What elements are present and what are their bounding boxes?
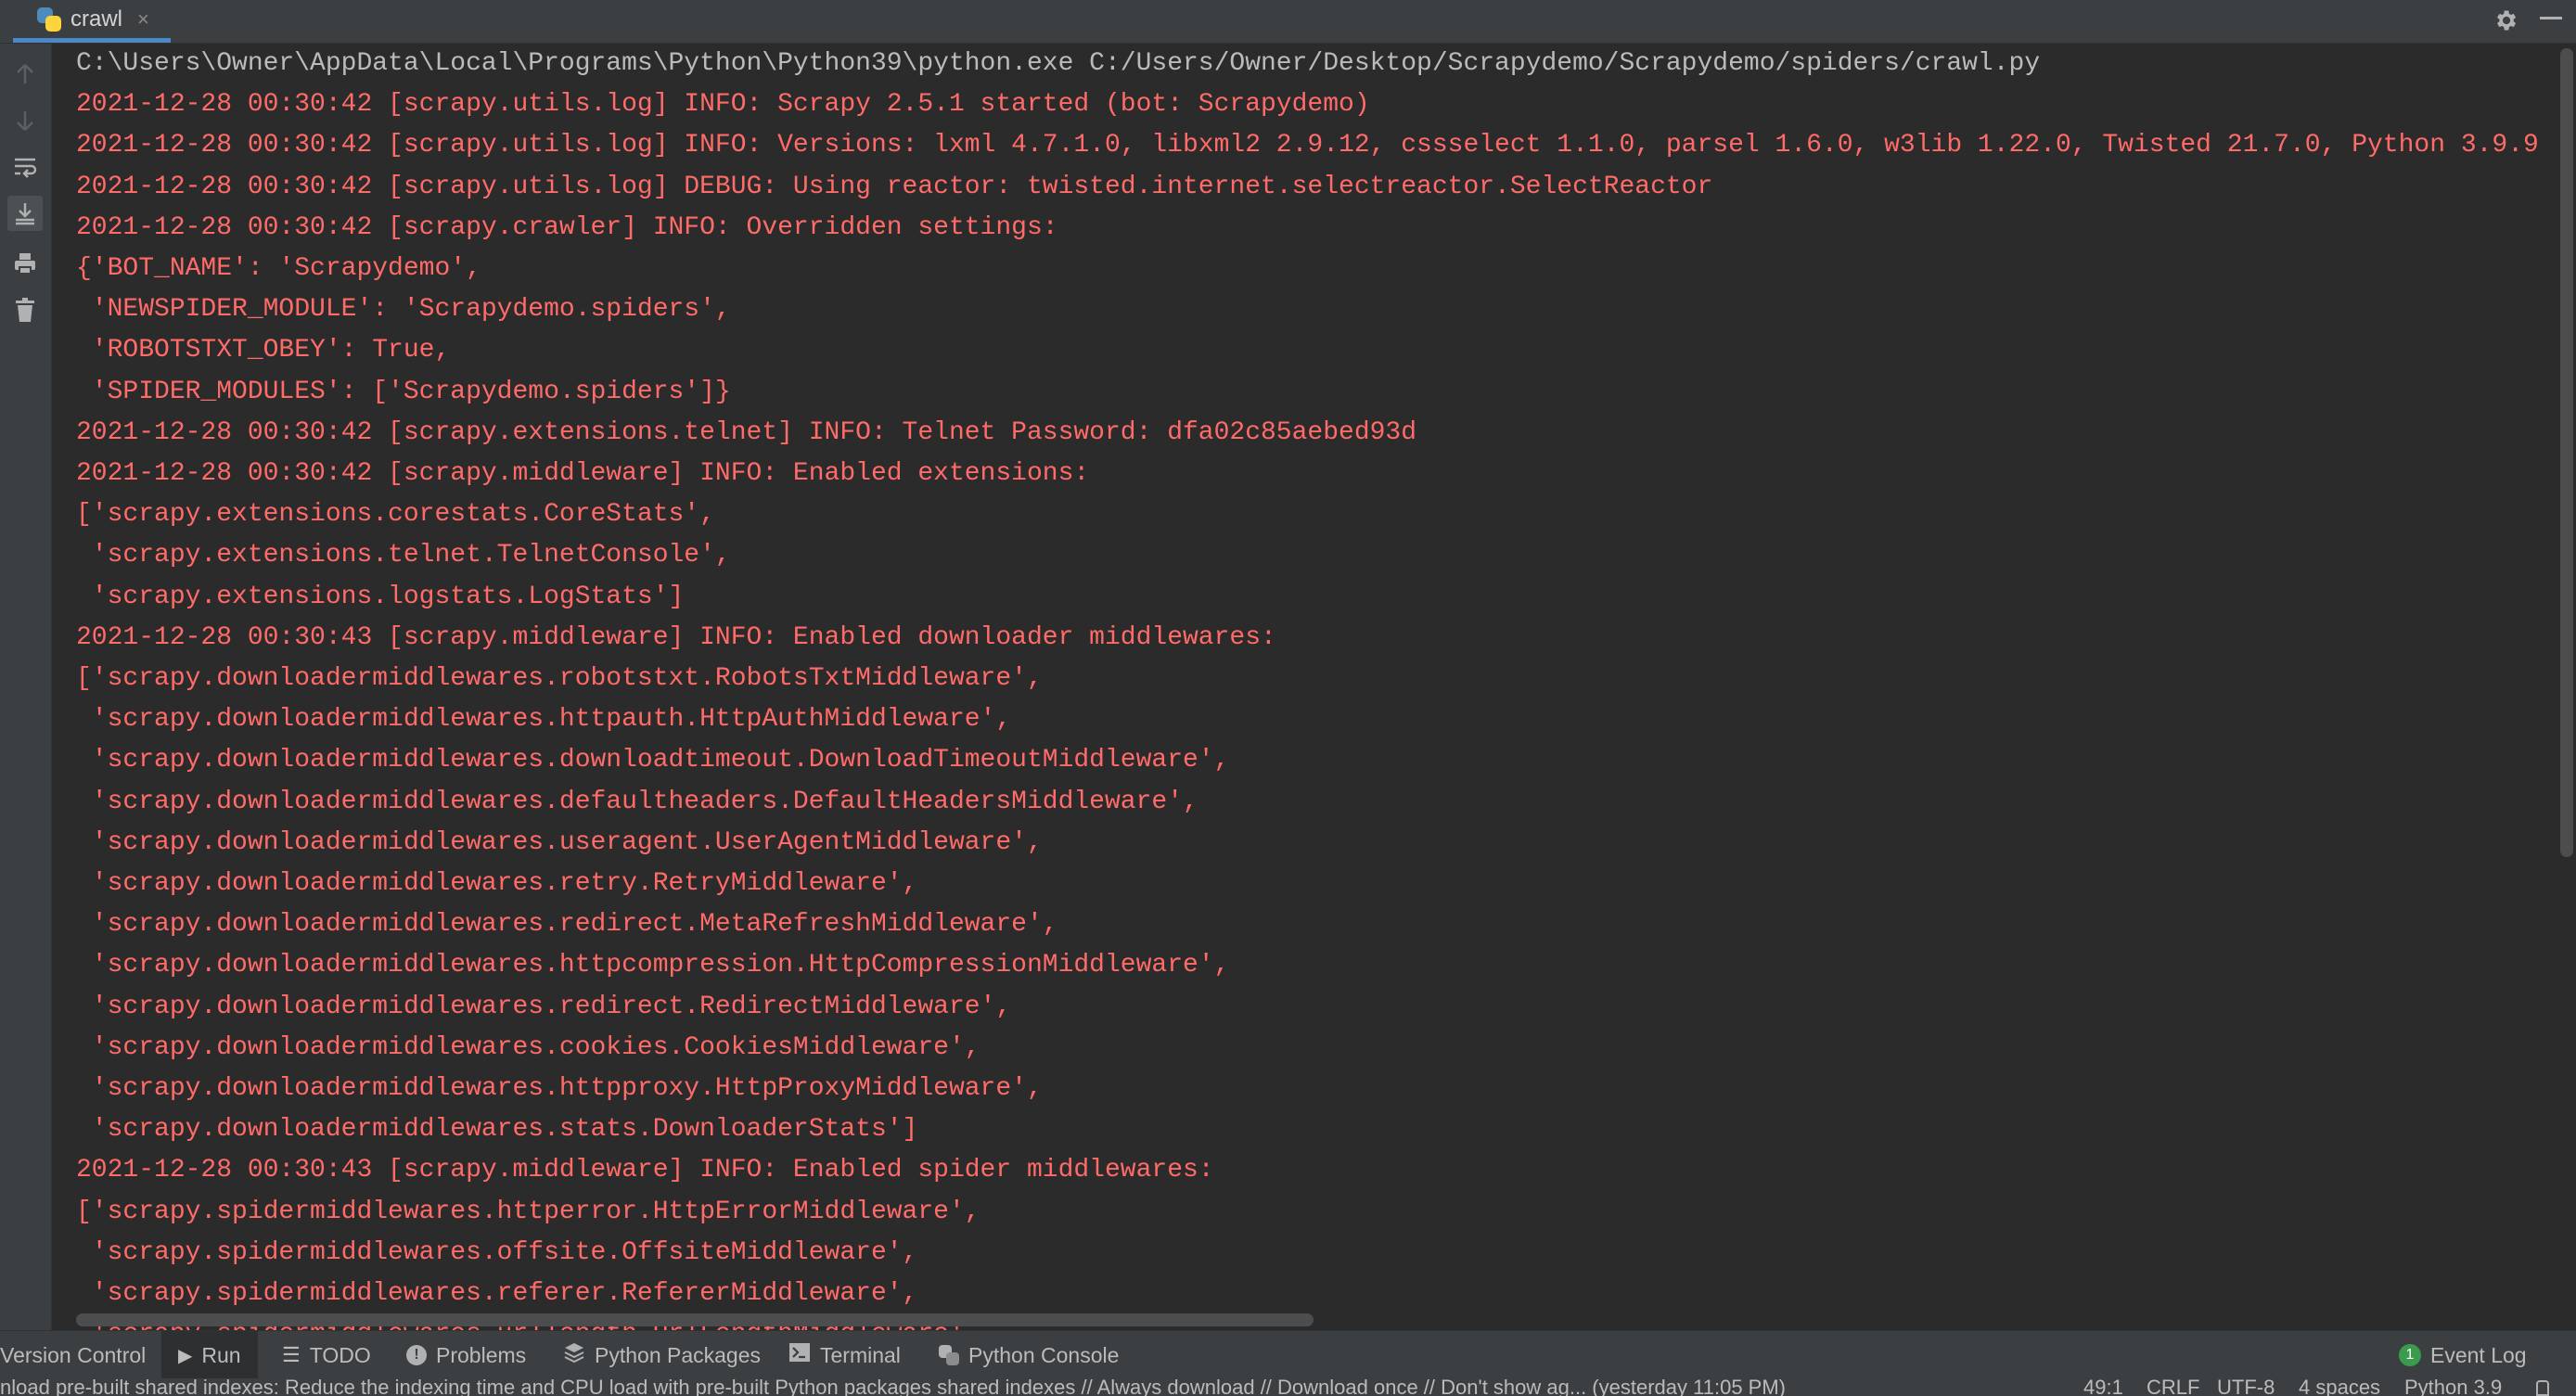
python-interpreter[interactable]: Python 3.9 — [2404, 1378, 2502, 1396]
terminal-label: Terminal — [820, 1342, 901, 1367]
console-line: 2021-12-28 00:30:42 [scrapy.extensions.t… — [76, 417, 1417, 447]
console-line: 2021-12-28 00:30:42 [scrapy.middleware] … — [76, 459, 1090, 488]
caret-position[interactable]: 49:1 — [2083, 1378, 2123, 1396]
event-log-tab[interactable]: 1 Event Log — [2399, 1331, 2527, 1379]
event-log-label: Event Log — [2430, 1342, 2527, 1367]
console-line: 'scrapy.downloadermiddlewares.retry.Retr… — [76, 869, 918, 898]
python-console-icon — [939, 1345, 959, 1365]
list-icon: ☰ — [282, 1343, 301, 1366]
console-line: 2021-12-28 00:30:42 [scrapy.utils.log] D… — [76, 172, 1713, 201]
line-separator[interactable]: CRLF — [2147, 1378, 2199, 1396]
minimize-icon[interactable] — [2540, 17, 2562, 19]
arrow-down-icon[interactable] — [7, 103, 43, 138]
version-control-label: Version Control — [0, 1342, 147, 1367]
console-line: 'scrapy.downloadermiddlewares.useragent.… — [76, 827, 1043, 857]
console-line: 'SPIDER_MODULES': ['Scrapydemo.spiders']… — [76, 377, 731, 406]
console-line: 'scrapy.downloadermiddlewares.httpauth.H… — [76, 705, 1012, 735]
console-line: 2021-12-28 00:30:42 [scrapy.utils.log] I… — [76, 90, 1370, 120]
console-line: ['scrapy.extensions.corestats.CoreStats'… — [76, 500, 715, 530]
console-line: 2021-12-28 00:30:43 [scrapy.middleware] … — [76, 1156, 1214, 1185]
arrow-up-icon[interactable] — [7, 57, 43, 92]
console-line: 'scrapy.spidermiddlewares.referer.Refere… — [76, 1279, 918, 1308]
console-line: {'BOT_NAME': 'Scrapydemo', — [76, 254, 481, 283]
trash-icon[interactable] — [7, 292, 43, 327]
status-bar: nload pre-built shared indexes: Reduce t… — [0, 1378, 2576, 1396]
python-packages-label: Python Packages — [595, 1342, 762, 1367]
console-line: 'scrapy.downloadermiddlewares.stats.Down… — [76, 1115, 918, 1145]
terminal-tab[interactable]: Terminal — [788, 1331, 901, 1379]
run-label: Run — [201, 1342, 241, 1367]
vertical-scrollbar[interactable] — [2560, 48, 2573, 857]
event-log-badge: 1 — [2399, 1344, 2421, 1366]
print-icon[interactable] — [7, 246, 43, 281]
horizontal-scrollbar[interactable] — [76, 1313, 1314, 1326]
python-console-label: Python Console — [968, 1342, 1120, 1367]
problems-label: Problems — [436, 1342, 527, 1367]
status-message[interactable]: nload pre-built shared indexes: Reduce t… — [0, 1378, 1786, 1396]
todo-label: TODO — [309, 1342, 371, 1367]
console-line: 'NEWSPIDER_MODULE': 'Scrapydemo.spiders'… — [76, 295, 731, 325]
console-line: 'scrapy.downloadermiddlewares.defaulthea… — [76, 787, 1198, 816]
console-line: 'scrapy.extensions.telnet.TelnetConsole'… — [76, 541, 731, 570]
console-line: 2021-12-28 00:30:42 [scrapy.utils.log] I… — [76, 131, 2557, 160]
python-packages-tab[interactable]: Python Packages — [563, 1331, 761, 1379]
file-encoding[interactable]: UTF-8 — [2217, 1378, 2275, 1396]
terminal-icon — [788, 1342, 811, 1368]
console-line: C:\Users\Owner\AppData\Local\Programs\Py… — [76, 49, 2041, 78]
python-console-tab[interactable]: Python Console — [939, 1331, 1119, 1379]
console-line: 'scrapy.extensions.logstats.LogStats'] — [76, 582, 685, 611]
console-line: 'ROBOTSTXT_OBEY': True, — [76, 336, 451, 365]
gear-icon[interactable] — [2492, 6, 2519, 34]
scroll-to-end-icon[interactable] — [7, 196, 43, 231]
info-icon: ! — [406, 1345, 427, 1365]
console-toolbar — [0, 44, 52, 1330]
console-line: 'scrapy.downloadermiddlewares.downloadti… — [76, 746, 1230, 775]
console-output[interactable]: C:\Users\Owner\AppData\Local\Programs\Py… — [52, 44, 2557, 1330]
indent-setting[interactable]: 4 spaces — [2299, 1378, 2380, 1396]
tool-window-bar: Version Control ▶ Run ☰ TODO ! Problems … — [0, 1330, 2576, 1379]
console-line: 'scrapy.downloadermiddlewares.redirect.M… — [76, 910, 1058, 940]
console-line: ['scrapy.downloadermiddlewares.robotstxt… — [76, 664, 1043, 693]
console-line: 'scrapy.downloadermiddlewares.httpproxy.… — [76, 1074, 1043, 1103]
console-line: 'scrapy.downloadermiddlewares.cookies.Co… — [76, 1032, 980, 1062]
console-line: 'scrapy.downloadermiddlewares.redirect.R… — [76, 992, 1012, 1021]
run-tool-tab[interactable]: ▶ Run — [161, 1331, 258, 1379]
console-line: 2021-12-28 00:30:43 [scrapy.middleware] … — [76, 622, 1276, 652]
layers-icon — [563, 1341, 585, 1369]
tab-crawl[interactable]: crawl × — [13, 0, 171, 43]
tab-label: crawl — [70, 6, 123, 32]
console-line: 2021-12-28 00:30:42 [scrapy.crawler] INF… — [76, 212, 1058, 242]
console-line: 'scrapy.downloadermiddlewares.httpcompre… — [76, 951, 1230, 980]
todo-tab[interactable]: ☰ TODO — [282, 1331, 371, 1379]
soft-wrap-icon[interactable] — [7, 149, 43, 185]
console-line: ['scrapy.spidermiddlewares.httperror.Htt… — [76, 1197, 980, 1226]
version-control-tab[interactable]: Version Control — [0, 1331, 146, 1379]
run-tab-bar: crawl × — [0, 0, 2576, 44]
console-line: 'scrapy.spidermiddlewares.offsite.Offsit… — [76, 1237, 918, 1267]
lock-icon[interactable] — [2536, 1380, 2549, 1396]
problems-tab[interactable]: ! Problems — [406, 1331, 526, 1379]
play-icon: ▶ — [178, 1345, 193, 1366]
close-icon[interactable]: × — [137, 7, 149, 32]
python-file-icon — [37, 6, 61, 32]
